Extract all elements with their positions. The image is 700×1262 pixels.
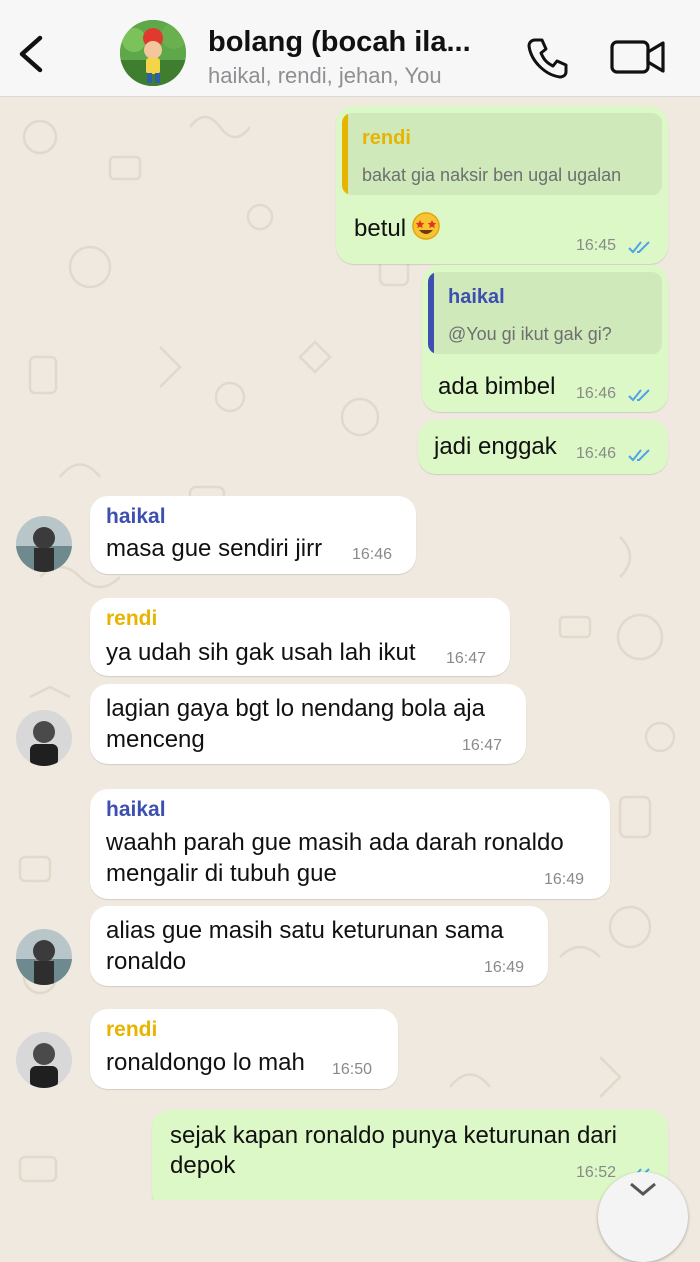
avatar-image (16, 1032, 72, 1088)
message-list[interactable]: rendi bakat gia naksir ben ugal ugalan b… (0, 97, 700, 1200)
message-bubble-outgoing[interactable]: sejak kapan ronaldo punya keturunan dari… (152, 1110, 668, 1200)
message-bubble-outgoing[interactable]: haikal @You gi ikut gak gi? ada bimbel 1… (422, 265, 668, 412)
chat-header: bolang (bocah ila... haikal, rendi, jeha… (0, 0, 700, 97)
message-text-line: waahh parah gue masih ada darah ronaldo (106, 829, 564, 856)
message-time: 16:46 (352, 546, 393, 563)
quoted-message[interactable]: haikal @You gi ikut gak gi? (428, 272, 662, 354)
message-text-line: sejak kapan ronaldo punya keturunan dari (170, 1122, 617, 1149)
group-avatar-image (120, 20, 186, 86)
message-bubble-incoming[interactable]: lagian gaya bgt lo nendang bola aja menc… (90, 684, 526, 764)
sender-avatar-rendi[interactable] (16, 710, 72, 766)
message-sender: rendi (106, 607, 158, 630)
message-text-line: mengalir di tubuh gue (106, 860, 337, 887)
star-struck-emoji-svg (412, 212, 440, 240)
message-text-line: depok (170, 1152, 236, 1179)
message-time: 16:45 (576, 237, 617, 254)
message-text: jadi enggak (434, 433, 557, 460)
message-sender: haikal (106, 505, 166, 528)
message-bubble-incoming[interactable]: haikal waahh parah gue masih ada darah r… (90, 789, 610, 899)
double-check-icon (628, 389, 650, 402)
quote-accent-bar (342, 113, 348, 195)
back-chevron-icon (19, 35, 43, 73)
avatar-image (16, 710, 72, 766)
message-text-line: alias gue masih satu keturunan sama (106, 917, 504, 944)
group-title[interactable]: bolang (bocah ila... (208, 26, 471, 59)
video-camera-icon (610, 40, 665, 74)
message-time: 16:46 (576, 385, 617, 402)
back-button[interactable] (14, 34, 48, 74)
avatar-image (16, 929, 72, 985)
message-text: ada bimbel (438, 373, 556, 400)
message-bubble-incoming[interactable]: rendi ronaldongo lo mah 16:50 (90, 1009, 398, 1089)
quote-accent-bar (428, 272, 434, 354)
message-text-line: ronaldo (106, 948, 187, 975)
message-bubble-incoming[interactable]: alias gue masih satu keturunan sama rona… (90, 906, 548, 986)
sender-avatar-haikal[interactable] (16, 929, 72, 985)
message-text-line: lagian gaya bgt lo nendang bola aja (106, 695, 485, 722)
quoted-text: bakat gia naksir ben ugal ugalan (362, 165, 622, 185)
scroll-to-bottom-button[interactable] (598, 1172, 688, 1262)
avatar-image (16, 516, 72, 572)
phone-icon (527, 38, 568, 79)
message-text: ya udah sih gak usah lah ikut (106, 639, 416, 666)
message-time: 16:47 (446, 650, 487, 667)
message-time: 16:46 (576, 445, 617, 462)
sender-avatar-rendi[interactable] (16, 1032, 72, 1088)
double-check-icon (628, 449, 650, 462)
message-text: betul (354, 212, 441, 244)
message-time: 16:47 (462, 737, 503, 754)
group-members[interactable]: haikal, rendi, jehan, You (208, 63, 442, 89)
message-bubble-incoming[interactable]: haikal masa gue sendiri jirr 16:46 (90, 496, 416, 574)
video-call-button[interactable] (610, 38, 666, 76)
quoted-sender: rendi (362, 127, 411, 149)
message-text-line: menceng (106, 726, 205, 753)
message-sender: rendi (106, 1018, 158, 1041)
voice-call-button[interactable] (526, 36, 570, 80)
message-sender: haikal (106, 798, 166, 821)
quoted-message[interactable]: rendi bakat gia naksir ben ugal ugalan (342, 113, 662, 195)
quoted-text: @You gi ikut gak gi? (448, 324, 612, 344)
message-time: 16:50 (332, 1061, 373, 1078)
star-struck-emoji (412, 212, 441, 240)
sender-avatar-haikal[interactable] (16, 516, 72, 572)
message-bubble-outgoing[interactable]: rendi bakat gia naksir ben ugal ugalan b… (336, 106, 668, 264)
message-bubble-incoming[interactable]: rendi ya udah sih gak usah lah ikut 16:4… (90, 598, 510, 676)
message-time: 16:49 (544, 871, 585, 888)
message-text-content: betul (354, 215, 407, 242)
group-avatar[interactable] (120, 20, 186, 86)
message-text: ronaldongo lo mah (106, 1049, 305, 1076)
message-bubble-outgoing[interactable]: jadi enggak 16:46 (418, 420, 668, 474)
double-check-icon (628, 241, 650, 254)
message-time: 16:49 (484, 959, 525, 976)
message-text: masa gue sendiri jirr (106, 535, 323, 562)
quoted-sender: haikal (448, 286, 505, 308)
chevron-down-icon (630, 1182, 656, 1196)
